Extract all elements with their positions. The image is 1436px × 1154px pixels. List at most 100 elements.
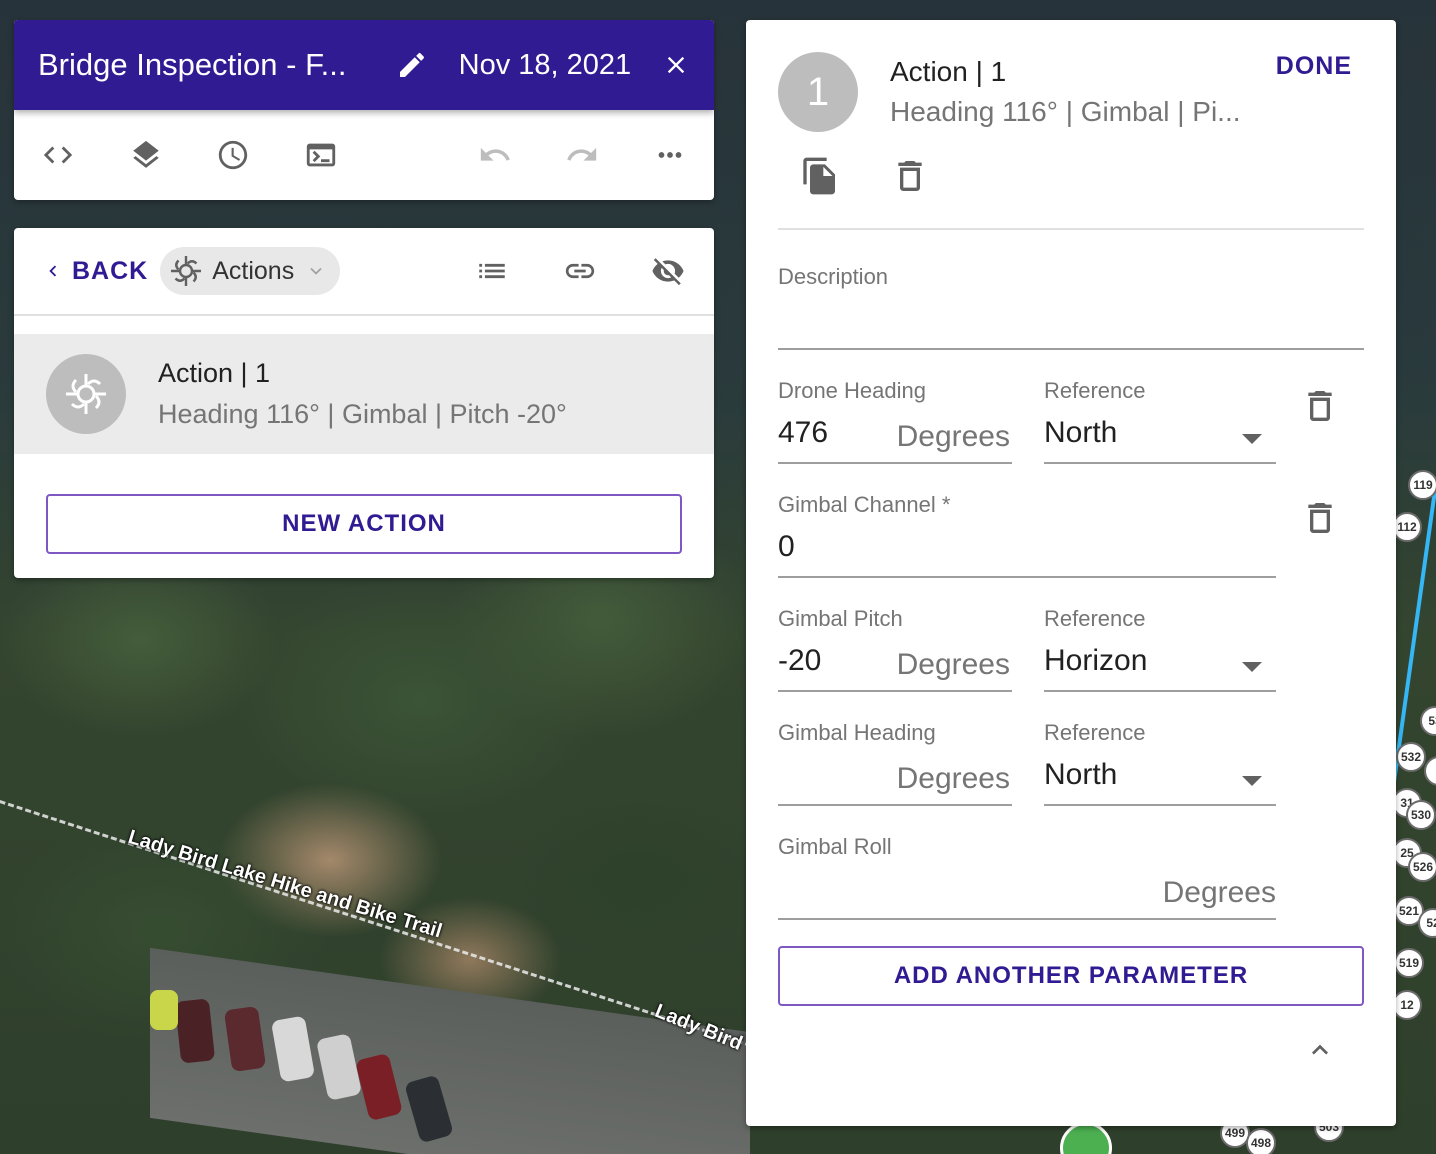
add-parameter-button[interactable]: ADD ANOTHER PARAMETER xyxy=(778,946,1364,1006)
clock-icon xyxy=(219,140,248,170)
undo-icon xyxy=(480,147,510,161)
done-button[interactable]: DONE xyxy=(1276,52,1352,81)
drone-heading-unit: Degrees xyxy=(896,420,1010,453)
delete-gimbal-button[interactable] xyxy=(1300,498,1340,538)
drone-heading-label: Drone Heading xyxy=(778,378,926,403)
trash-icon xyxy=(898,161,922,191)
drone-heading-ref-underline xyxy=(1044,462,1276,464)
back-button-label: BACK xyxy=(72,256,149,285)
delete-action-button[interactable] xyxy=(890,156,930,196)
list-icon xyxy=(479,263,505,279)
waypoint-marker[interactable]: 112 xyxy=(1392,512,1422,542)
gimbal-channel-input[interactable]: 0 xyxy=(778,530,795,564)
waypoint-marker[interactable]: 12 xyxy=(1392,990,1422,1020)
code-button[interactable] xyxy=(38,135,78,175)
action-avatar xyxy=(46,354,126,434)
waypoint-marker[interactable]: 53 xyxy=(1420,706,1436,736)
mission-title: Bridge Inspection - F... xyxy=(38,47,347,82)
gimbal-heading-unit: Degrees xyxy=(896,762,1010,795)
action-number-avatar: 1 xyxy=(778,52,858,132)
action-list-item[interactable]: Action | 1 Heading 116° | Gimbal | Pitch… xyxy=(14,334,714,454)
waypoint-marker[interactable]: 52 xyxy=(1418,908,1436,938)
gimbal-roll-underline xyxy=(778,918,1276,920)
dropdown-arrow-icon[interactable] xyxy=(1242,776,1262,786)
actions-panel: BACK Actions Action | 1 Heading 116° | G… xyxy=(14,228,714,578)
action-subtitle: Heading 116° | Gimbal | Pitch -20° xyxy=(158,399,567,429)
trash-icon xyxy=(1308,503,1332,533)
chevron-down-icon xyxy=(310,267,322,275)
action-text: Action | 1 Heading 116° | Gimbal | Pitch… xyxy=(158,358,567,430)
gimbal-icon xyxy=(66,374,106,414)
more-button[interactable] xyxy=(650,135,690,175)
pencil-icon xyxy=(400,52,425,77)
description-underline xyxy=(778,348,1364,350)
gimbal-pitch-label: Gimbal Pitch xyxy=(778,606,903,631)
waypoint-marker[interactable]: 5 xyxy=(1424,756,1436,786)
code-icon xyxy=(43,146,73,164)
map-car xyxy=(150,990,178,1030)
close-mission-button[interactable] xyxy=(661,50,690,80)
waypoint-marker[interactable]: 530 xyxy=(1406,800,1436,830)
link-icon xyxy=(566,263,595,279)
gimbal-heading-ref-select[interactable]: North xyxy=(1044,758,1117,792)
list-view-button[interactable] xyxy=(472,251,512,291)
copy-icon xyxy=(803,157,835,195)
terminal-button[interactable] xyxy=(301,135,341,175)
action-title: Action | 1 xyxy=(158,358,271,388)
back-button[interactable]: BACK xyxy=(42,257,148,286)
dropdown-arrow-icon[interactable] xyxy=(1242,434,1262,444)
terminal-icon xyxy=(306,143,336,167)
gimbal-channel-label: Gimbal Channel * xyxy=(778,492,951,517)
detail-subtitle: Heading 116° | Gimbal | Pi... xyxy=(890,96,1241,127)
redo-icon xyxy=(567,147,597,161)
layers-button[interactable] xyxy=(126,135,166,175)
visibility-toggle-button[interactable] xyxy=(648,251,688,291)
waypoint-marker[interactable]: 498 xyxy=(1246,1128,1276,1154)
chevron-up-icon xyxy=(1312,1044,1328,1055)
waypoint-marker[interactable]: 526 xyxy=(1408,852,1436,882)
gimbal-roll-label: Gimbal Roll xyxy=(778,834,892,859)
detail-divider xyxy=(778,228,1364,230)
description-input[interactable] xyxy=(778,304,1364,344)
delete-drone-heading-button[interactable] xyxy=(1300,386,1340,426)
gimbal-heading-ref-label: Reference xyxy=(1044,720,1146,745)
mission-toolbar xyxy=(14,110,714,200)
history-button[interactable] xyxy=(213,135,253,175)
drone-heading-underline xyxy=(778,462,1012,464)
link-button[interactable] xyxy=(560,251,600,291)
gimbal-heading-label: Gimbal Heading xyxy=(778,720,936,745)
mission-header-bar: Bridge Inspection - F... Nov 18, 2021 xyxy=(14,20,714,110)
layers-icon xyxy=(132,140,159,168)
actions-panel-header: BACK Actions xyxy=(14,228,714,316)
undo-button[interactable] xyxy=(475,135,515,175)
more-icon xyxy=(658,152,682,158)
action-detail-panel: 1 Action | 1 Heading 116° | Gimbal | Pi.… xyxy=(746,20,1396,1126)
actions-type-dropdown[interactable]: Actions xyxy=(160,247,341,295)
actions-chip-label: Actions xyxy=(212,256,295,285)
mission-header-card: Bridge Inspection - F... Nov 18, 2021 xyxy=(14,20,714,200)
collapse-button[interactable] xyxy=(1304,1034,1336,1066)
drone-heading-ref-select[interactable]: North xyxy=(1044,416,1117,450)
gimbal-channel-underline xyxy=(778,576,1276,578)
close-icon xyxy=(667,56,684,74)
waypoint-marker[interactable]: 119 xyxy=(1408,470,1436,500)
actions-icon xyxy=(171,256,202,286)
gimbal-pitch-input[interactable]: -20 xyxy=(778,644,821,678)
gimbal-heading-ref-underline xyxy=(1044,804,1276,806)
waypoint-marker[interactable]: 532 xyxy=(1396,742,1426,772)
chevron-left-icon xyxy=(49,265,57,277)
gimbal-pitch-ref-select[interactable]: Horizon xyxy=(1044,644,1147,678)
new-action-button[interactable]: NEW ACTION xyxy=(46,494,682,554)
redo-button[interactable] xyxy=(563,135,603,175)
edit-title-button[interactable] xyxy=(396,48,429,82)
dropdown-arrow-icon[interactable] xyxy=(1242,662,1262,672)
mission-date[interactable]: Nov 18, 2021 xyxy=(459,49,632,82)
map-car xyxy=(174,998,216,1064)
gimbal-pitch-ref-underline xyxy=(1044,690,1276,692)
drone-heading-ref-label: Reference xyxy=(1044,378,1146,403)
duplicate-action-button[interactable] xyxy=(800,156,840,196)
drone-heading-input[interactable]: 476 xyxy=(778,416,828,450)
gimbal-roll-unit: Degrees xyxy=(1162,876,1276,909)
description-label: Description xyxy=(778,264,889,289)
waypoint-marker[interactable]: 519 xyxy=(1394,948,1424,978)
